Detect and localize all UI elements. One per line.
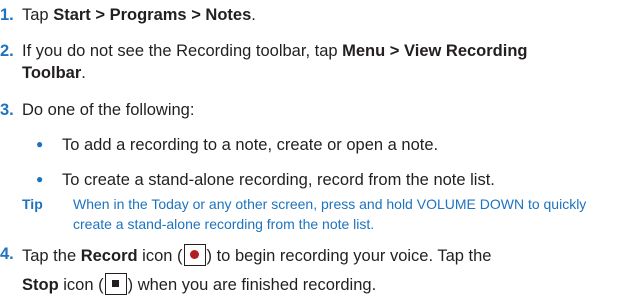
- stop-square: [111, 280, 119, 287]
- step-menu-path: Menu > View Recording: [342, 42, 528, 60]
- step-menu-path: Toolbar: [22, 64, 82, 82]
- step-number: 4.: [0, 245, 14, 263]
- stop-icon: [104, 273, 127, 295]
- step-text-plain: If you do not see the Recording toolbar,…: [22, 42, 343, 60]
- step-text: Do one of the following:: [22, 101, 195, 119]
- step-text-plain: ) to begin recording your voice. Tap the: [206, 247, 492, 265]
- bullet-text: To add a recording to a note, create or …: [62, 136, 439, 154]
- step-text-end: .: [251, 6, 256, 24]
- step-number: 1.: [0, 6, 14, 24]
- step-text: Tap the Record icon ( ) to begin recordin…: [22, 244, 491, 266]
- step-text: Stop icon ( ) when you are finished recor…: [22, 273, 376, 295]
- step-text-plain: ) when you are finished recording.: [127, 276, 377, 294]
- bullet-icon: ●: [36, 137, 44, 151]
- step-number: 3.: [0, 101, 14, 119]
- record-dot: [189, 250, 199, 259]
- step-text: If you do not see the Recording toolbar,…: [22, 41, 528, 61]
- step-text: Tap Start > Programs > Notes.: [22, 5, 256, 25]
- step-button-name: Stop: [22, 276, 59, 294]
- step-text-plain: Tap: [22, 6, 54, 24]
- step-text-end: .: [81, 64, 86, 82]
- record-icon: [183, 244, 206, 266]
- step-text: Toolbar.: [22, 63, 86, 83]
- bullet-icon: ●: [36, 172, 44, 186]
- tip-label: Tip: [22, 196, 43, 212]
- step-text-plain: icon (: [137, 247, 183, 265]
- step-menu-path: Start > Programs > Notes: [53, 6, 252, 24]
- step-text-plain: Tap the: [22, 247, 81, 265]
- step-button-name: Record: [80, 247, 138, 265]
- step-number: 2.: [0, 42, 14, 60]
- bullet-text: To create a stand-alone recording, recor…: [62, 171, 495, 189]
- tip-text: When in the Today or any other screen, p…: [73, 196, 587, 232]
- step-text-plain: icon (: [58, 276, 104, 294]
